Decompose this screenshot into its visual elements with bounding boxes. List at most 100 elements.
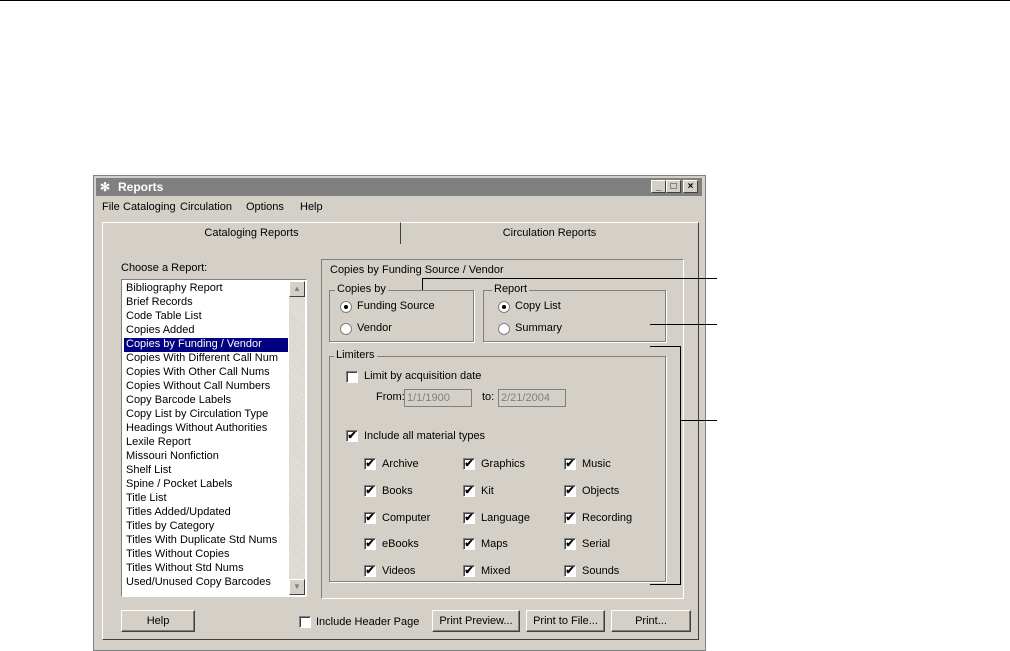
callout-bracket-bottom: [650, 584, 681, 585]
videos-label[interactable]: Videos: [382, 565, 415, 577]
tab-cataloging-reports[interactable]: Cataloging Reports: [102, 222, 401, 244]
tab-circulation-reports[interactable]: Circulation Reports: [401, 222, 699, 242]
from-date-field[interactable]: 1/1/1900: [404, 389, 472, 407]
summary-radio[interactable]: [498, 323, 510, 335]
report-list-item[interactable]: Bibliography Report: [124, 282, 288, 296]
vendor-radio[interactable]: [340, 323, 352, 335]
report-listbox[interactable]: Bibliography Report Brief Records Code Tab…: [121, 279, 307, 597]
window-title: Reports: [118, 180, 164, 194]
menu-options[interactable]: Options: [246, 201, 284, 213]
report-list-item[interactable]: Copy Barcode Labels: [124, 394, 288, 408]
menu-cataloging[interactable]: Cataloging: [123, 201, 176, 213]
report-list-items: Bibliography Report Brief Records Code Tab…: [124, 282, 288, 590]
limit-by-date-label[interactable]: Limit by acquisition date: [364, 370, 481, 382]
maps-label[interactable]: Maps: [481, 538, 508, 550]
report-list-item[interactable]: Used/Unused Copy Barcodes: [124, 576, 288, 590]
graphics-label[interactable]: Graphics: [481, 458, 525, 470]
print-preview-button[interactable]: Print Preview...: [432, 610, 520, 632]
to-date-field[interactable]: 2/21/2004: [498, 389, 566, 407]
vendor-label[interactable]: Vendor: [357, 322, 392, 334]
print-to-file-button[interactable]: Print to File...: [526, 610, 605, 632]
include-all-types-label[interactable]: Include all material types: [364, 430, 485, 442]
copy-list-radio[interactable]: [498, 301, 510, 313]
panel-title: Copies by Funding Source / Vendor: [330, 264, 504, 276]
print-button[interactable]: Print...: [611, 610, 691, 632]
limit-by-date-checkbox[interactable]: [346, 371, 358, 383]
report-list-item[interactable]: Shelf List: [124, 464, 288, 478]
scroll-up-button[interactable]: ▲: [289, 281, 305, 297]
funding-source-label[interactable]: Funding Source: [357, 300, 435, 312]
kit-label[interactable]: Kit: [481, 485, 494, 497]
help-button[interactable]: Help: [121, 610, 195, 632]
callout-line-report: [650, 324, 717, 325]
kit-checkbox[interactable]: ✔: [463, 485, 475, 497]
report-list-item[interactable]: Title List: [124, 492, 288, 506]
to-label: to:: [482, 391, 495, 403]
ebooks-checkbox[interactable]: ✔: [364, 538, 376, 550]
report-list-item[interactable]: Copies Without Call Numbers: [124, 380, 288, 394]
report-list-item[interactable]: Titles Without Copies: [124, 548, 288, 562]
scroll-down-button[interactable]: ▼: [289, 579, 305, 595]
include-all-types-checkbox[interactable]: ✔: [346, 430, 358, 442]
graphics-checkbox[interactable]: ✔: [463, 458, 475, 470]
callout-bracket-top: [650, 346, 680, 347]
report-list-item[interactable]: Copies With Different Call Num: [124, 352, 288, 366]
videos-checkbox[interactable]: ✔: [364, 565, 376, 577]
books-checkbox[interactable]: ✔: [364, 485, 376, 497]
include-header-checkbox[interactable]: [299, 616, 311, 628]
recording-label[interactable]: Recording: [582, 512, 632, 524]
copies-by-group: [329, 290, 474, 342]
callout-line-limiters: [680, 420, 717, 421]
menu-circulation[interactable]: Circulation: [180, 201, 232, 213]
callout-bracket-side: [680, 346, 681, 585]
language-label[interactable]: Language: [481, 512, 530, 524]
maps-checkbox[interactable]: ✔: [463, 538, 475, 550]
archive-label[interactable]: Archive: [382, 458, 419, 470]
report-list-item[interactable]: Titles With Duplicate Std Nums: [124, 534, 288, 548]
copy-list-label[interactable]: Copy List: [515, 300, 561, 312]
recording-checkbox[interactable]: ✔: [564, 512, 576, 524]
list-scrollbar[interactable]: ▲ ▼: [289, 281, 305, 595]
close-button[interactable]: ×: [683, 180, 698, 193]
report-list-item[interactable]: Brief Records: [124, 296, 288, 310]
books-label[interactable]: Books: [382, 485, 413, 497]
report-list-item[interactable]: Spine / Pocket Labels: [124, 478, 288, 492]
report-group: [483, 290, 666, 342]
report-list-item[interactable]: Lexile Report: [124, 436, 288, 450]
music-checkbox[interactable]: ✔: [564, 458, 576, 470]
include-header-label[interactable]: Include Header Page: [316, 616, 419, 628]
language-checkbox[interactable]: ✔: [463, 512, 475, 524]
report-list-item[interactable]: Titles Without Std Nums: [124, 562, 288, 576]
report-list-item[interactable]: Copies With Other Call Nums: [124, 366, 288, 380]
menu-file[interactable]: File: [102, 201, 120, 213]
title-bar[interactable]: ✻ Reports _ □ ×: [96, 178, 702, 196]
sounds-label[interactable]: Sounds: [582, 565, 619, 577]
music-label[interactable]: Music: [582, 458, 611, 470]
ebooks-label[interactable]: eBooks: [382, 538, 419, 550]
computer-label[interactable]: Computer: [382, 512, 430, 524]
objects-checkbox[interactable]: ✔: [564, 485, 576, 497]
serial-checkbox[interactable]: ✔: [564, 538, 576, 550]
serial-label[interactable]: Serial: [582, 538, 610, 550]
copies-by-group-title: Copies by: [335, 283, 388, 295]
report-list-item[interactable]: Missouri Nonfiction: [124, 450, 288, 464]
mixed-label[interactable]: Mixed: [481, 565, 510, 577]
report-list-item[interactable]: Copy List by Circulation Type: [124, 408, 288, 422]
archive-checkbox[interactable]: ✔: [364, 458, 376, 470]
summary-label[interactable]: Summary: [515, 322, 562, 334]
report-list-item[interactable]: Copies Added: [124, 324, 288, 338]
minimize-button[interactable]: _: [651, 180, 666, 193]
report-list-item[interactable]: Copies by Funding / Vendor: [124, 338, 288, 352]
funding-source-radio[interactable]: [340, 301, 352, 313]
report-list-item[interactable]: Titles Added/Updated: [124, 506, 288, 520]
menu-help[interactable]: Help: [300, 201, 323, 213]
mixed-checkbox[interactable]: ✔: [463, 565, 475, 577]
maximize-button[interactable]: □: [666, 180, 681, 193]
report-list-item[interactable]: Headings Without Authorities: [124, 422, 288, 436]
sounds-checkbox[interactable]: ✔: [564, 565, 576, 577]
report-list-item[interactable]: Code Table List: [124, 310, 288, 324]
computer-checkbox[interactable]: ✔: [364, 512, 376, 524]
objects-label[interactable]: Objects: [582, 485, 619, 497]
report-list-item[interactable]: Titles by Category: [124, 520, 288, 534]
from-label: From:: [376, 391, 405, 403]
